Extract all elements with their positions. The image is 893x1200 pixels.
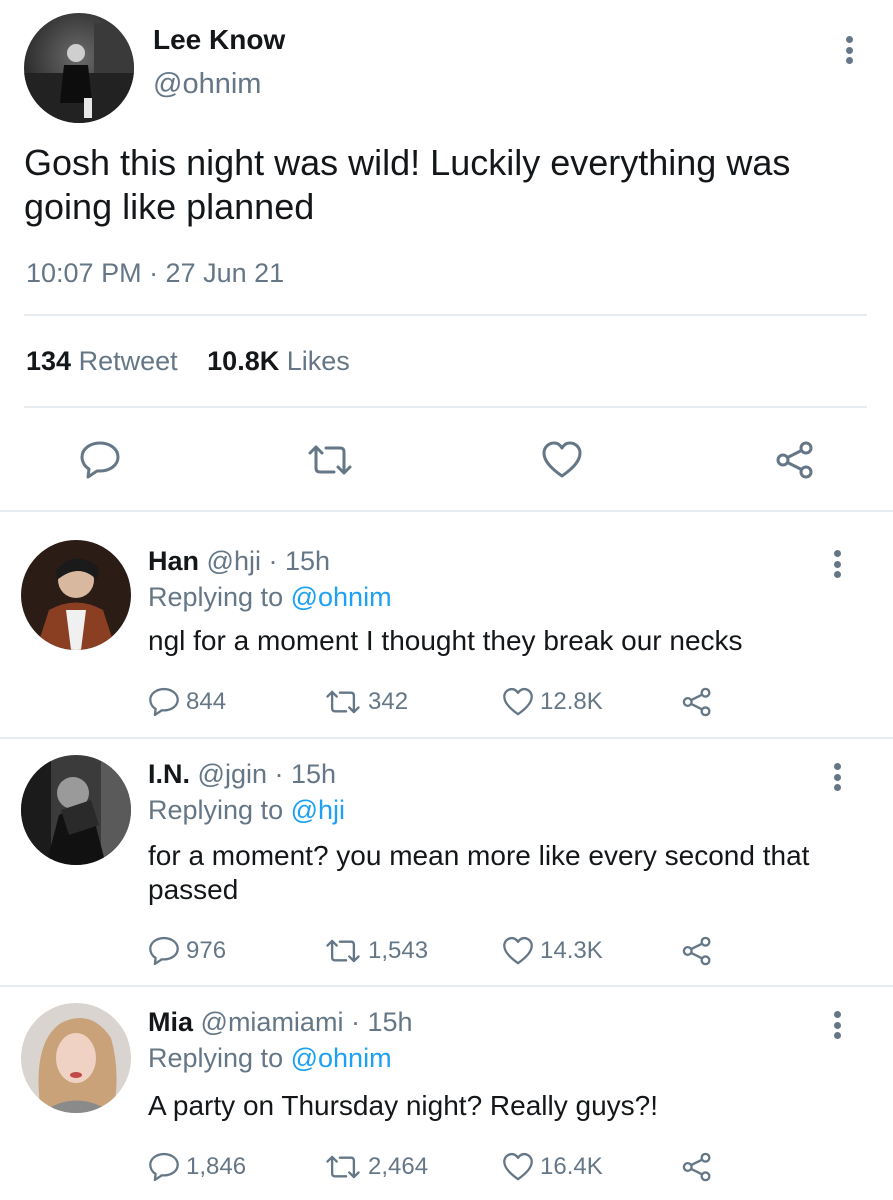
like-count: 16.4K	[540, 1153, 603, 1180]
like-button[interactable]: 12.8K	[502, 682, 603, 722]
retweet-count: 1,543	[368, 937, 429, 964]
reply-name[interactable]: Mia	[148, 1007, 193, 1037]
more-icon[interactable]	[827, 1005, 847, 1045]
replying-label: Replying to	[148, 582, 284, 612]
tweet-text: Gosh this night was wild! Luckily everyt…	[24, 142, 791, 227]
more-icon[interactable]	[827, 544, 847, 584]
tweet-actions	[0, 430, 893, 490]
share-icon[interactable]	[680, 682, 714, 722]
reply-count: 1,846	[186, 1153, 247, 1180]
reply-actions: 976 1,543 14.3K	[148, 931, 728, 971]
mention-link[interactable]: @ohnim	[291, 582, 392, 612]
share-icon[interactable]	[680, 931, 714, 971]
reply-header: Han @hji · 15h	[148, 546, 330, 577]
separator: ·	[274, 759, 284, 789]
retweet-button[interactable]: 2,464	[324, 1147, 428, 1187]
retweet-count: 342	[368, 688, 409, 715]
likes-label: Likes	[286, 346, 350, 376]
retweet-button[interactable]: 342	[324, 682, 408, 722]
avatar[interactable]	[21, 1003, 131, 1113]
retweet-icon	[326, 690, 360, 714]
share-icon[interactable]	[770, 430, 820, 490]
tweet-timestamp[interactable]: 10:07 PM · 27 Jun 21	[26, 258, 284, 289]
more-icon[interactable]	[839, 30, 859, 70]
like-count: 10.8K	[207, 346, 280, 376]
reply-tweet[interactable]: I.N. @jgin · 15h Replying to @hji for a …	[0, 739, 893, 985]
retweet-label: Retweet	[78, 346, 178, 376]
like-count: 14.3K	[540, 937, 603, 964]
reply-name[interactable]: I.N.	[148, 759, 190, 789]
like-button[interactable]: 16.4K	[502, 1147, 603, 1187]
share-icon[interactable]	[680, 1147, 714, 1187]
reply-button[interactable]: 1,846	[148, 1147, 246, 1187]
retweet-stat[interactable]: 134 Retweet	[26, 346, 178, 377]
reply-tweet[interactable]: Mia @miamiami · 15h Replying to @ohnim A…	[0, 987, 893, 1200]
more-icon[interactable]	[827, 757, 847, 797]
replying-to: Replying to @ohnim	[148, 1043, 392, 1074]
avatar[interactable]	[24, 13, 134, 123]
reply-icon[interactable]	[75, 430, 125, 490]
avatar[interactable]	[21, 540, 131, 650]
reply-icon	[149, 936, 179, 966]
reply-count: 844	[186, 688, 227, 715]
retweet-icon	[326, 1155, 360, 1179]
divider	[24, 314, 867, 316]
replying-to: Replying to @hji	[148, 795, 345, 826]
main-tweet: Lee Know @ohnim Gosh this night was wild…	[0, 0, 893, 512]
tweet-stats: 134 Retweet 10.8K Likes	[26, 346, 372, 377]
reply-text: for a moment? you mean more like every s…	[148, 840, 810, 905]
like-icon	[503, 936, 533, 965]
like-icon[interactable]	[537, 430, 587, 490]
likes-stat[interactable]: 10.8K Likes	[207, 346, 350, 377]
like-button[interactable]: 14.3K	[502, 931, 603, 971]
retweet-icon	[326, 939, 360, 963]
retweet-count: 134	[26, 346, 72, 376]
divider	[24, 406, 867, 408]
like-icon	[503, 687, 533, 716]
reply-handle[interactable]: @hji	[207, 546, 261, 576]
separator: ·	[268, 546, 278, 576]
reply-age[interactable]: 15h	[367, 1007, 412, 1037]
mention-link[interactable]: @hji	[291, 795, 345, 825]
reply-text: A party on Thursday night? Really guys?!	[148, 1090, 659, 1121]
like-count: 12.8K	[540, 688, 603, 715]
reply-header: I.N. @jgin · 15h	[148, 759, 336, 790]
reply-header: Mia @miamiami · 15h	[148, 1007, 413, 1038]
reply-name[interactable]: Han	[148, 546, 199, 576]
author-name[interactable]: Lee Know	[153, 24, 285, 56]
avatar[interactable]	[21, 755, 131, 865]
reply-handle[interactable]: @miamiami	[201, 1007, 344, 1037]
reply-tweet[interactable]: Han @hji · 15h Replying to @ohnim ngl fo…	[0, 512, 893, 738]
replying-label: Replying to	[148, 1043, 284, 1073]
reply-actions: 844 342 12.8K	[148, 682, 728, 722]
reply-button[interactable]: 976	[148, 931, 226, 971]
separator: ·	[350, 1007, 360, 1037]
author-handle[interactable]: @ohnim	[153, 68, 261, 101]
reply-handle[interactable]: @jgin	[198, 759, 267, 789]
replying-to: Replying to @ohnim	[148, 582, 392, 613]
reply-count: 976	[186, 937, 227, 964]
retweet-button[interactable]: 1,543	[324, 931, 428, 971]
reply-icon	[149, 1152, 179, 1182]
retweet-icon[interactable]	[305, 430, 355, 490]
replying-label: Replying to	[148, 795, 284, 825]
retweet-count: 2,464	[368, 1153, 429, 1180]
reply-actions: 1,846 2,464 16.4K	[148, 1147, 728, 1187]
reply-age[interactable]: 15h	[291, 759, 336, 789]
reply-icon	[149, 687, 179, 717]
reply-text: ngl for a moment I thought they break ou…	[148, 625, 743, 656]
mention-link[interactable]: @ohnim	[291, 1043, 392, 1073]
reply-age[interactable]: 15h	[285, 546, 330, 576]
like-icon	[503, 1152, 533, 1181]
reply-button[interactable]: 844	[148, 682, 226, 722]
